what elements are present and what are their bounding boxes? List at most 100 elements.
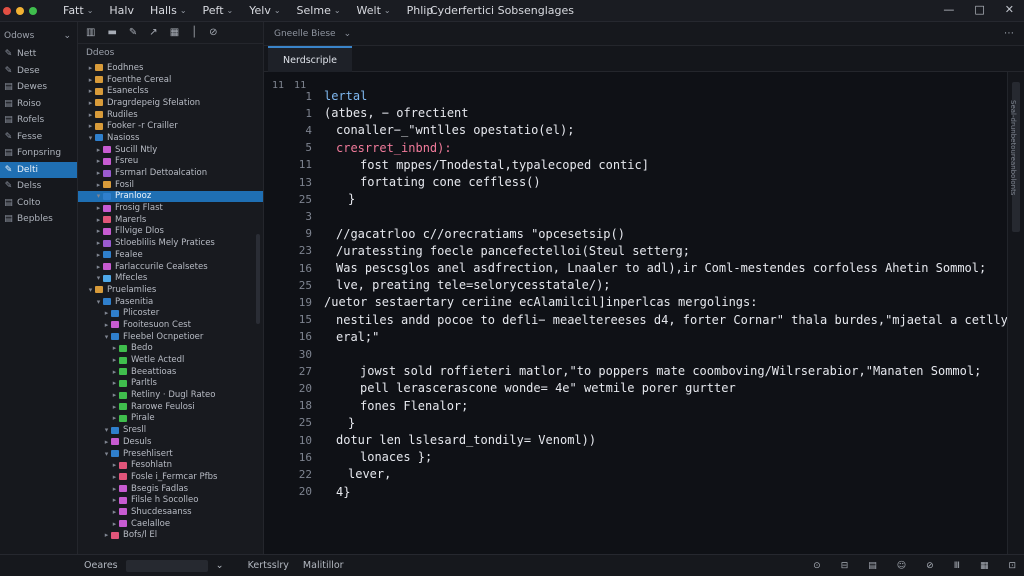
tree-item[interactable]: ▸ Desuls (78, 436, 263, 448)
tree-item[interactable]: ▸ Retliny · Dugl Rateo (78, 389, 263, 401)
chevron-right-icon[interactable]: ▸ (94, 216, 103, 224)
tree-item[interactable]: ▸ Fosil (78, 179, 263, 191)
chevron-right-icon[interactable]: ▸ (110, 344, 119, 352)
chevron-right-icon[interactable]: ▸ (86, 122, 95, 130)
chevron-down-icon[interactable]: ▾ (94, 274, 103, 282)
left-nav-item[interactable]: ▤ Roiso (0, 96, 77, 113)
edit-icon[interactable]: ✎ (129, 27, 137, 38)
restore-icon[interactable]: □ (974, 3, 984, 16)
list-icon[interactable]: ▤ (868, 561, 877, 571)
chevron-down-icon[interactable]: ▾ (94, 298, 103, 306)
tree-item[interactable]: ▸ Bsegis Fadlas (78, 483, 263, 495)
menu-item[interactable]: Selme ⌄ (297, 4, 341, 17)
chevron-right-icon[interactable]: ▸ (94, 157, 103, 165)
chevron-down-icon[interactable]: ▾ (102, 333, 111, 341)
left-nav-item[interactable]: ▤ Colto (0, 195, 77, 212)
tree-item[interactable]: ▾ Mfecles (78, 272, 263, 284)
tree-item[interactable]: ▸ Fooker -r Crailler (78, 120, 263, 132)
chevron-right-icon[interactable]: ▸ (86, 87, 95, 95)
search-tab[interactable]: Gneelle Biese ⌄ (274, 29, 351, 39)
tree-item[interactable]: ▸ Esaneclss (78, 85, 263, 97)
editor-scrollbar[interactable]: Seal-drunbetoureanbolonts (1007, 72, 1024, 554)
left-nav-item[interactable]: ✎ Delss (0, 178, 77, 195)
folder-icon[interactable]: ▬ (107, 27, 116, 38)
columns-icon[interactable]: Ⅲ (954, 561, 960, 571)
expand-icon[interactable]: ↗ (149, 27, 157, 38)
tree-item[interactable]: ▸ Foenthe Cereal (78, 74, 263, 86)
chevron-right-icon[interactable]: ▸ (110, 520, 119, 528)
chevron-down-icon[interactable]: ▾ (94, 192, 103, 200)
left-nav-item[interactable]: ✎ Fesse (0, 129, 77, 146)
chevron-right-icon[interactable]: ▸ (110, 356, 119, 364)
left-nav-item[interactable]: ▤ Rofels (0, 112, 77, 129)
tree-item[interactable]: ▸ Caelalloe (78, 518, 263, 530)
left-nav-item[interactable]: ▤ Bepbles (0, 211, 77, 228)
filter-icon[interactable]: ⊘ (209, 27, 217, 38)
tree-item[interactable]: ▾ Nasioss (78, 132, 263, 144)
tree-item[interactable]: ▸ Wetle Actedl (78, 354, 263, 366)
chevron-right-icon[interactable]: ▸ (94, 146, 103, 154)
explorer-scrollbar[interactable] (256, 234, 260, 324)
chevron-right-icon[interactable]: ▸ (86, 99, 95, 107)
chevron-right-icon[interactable]: ▸ (110, 473, 119, 481)
chevron-down-icon[interactable]: ▾ (102, 426, 111, 434)
layout-icon[interactable]: ⊡ (1008, 561, 1016, 571)
code-editor[interactable]: 1 lertal 1 (atbes, − ofrectient 4 conaller−_"… (264, 72, 1007, 554)
chevron-right-icon[interactable]: ▸ (94, 169, 103, 177)
left-nav-item[interactable]: ✎ Delti (0, 161, 77, 178)
chevron-right-icon[interactable]: ▸ (86, 64, 95, 72)
tree-item[interactable]: ▸ Bofs/l El (78, 530, 263, 542)
chevron-right-icon[interactable]: ▸ (94, 263, 103, 271)
chevron-right-icon[interactable]: ▸ (94, 251, 103, 259)
tree-item[interactable]: ▾ Sresll (78, 424, 263, 436)
tree-item[interactable]: ▾ Pruelamlies (78, 284, 263, 296)
tree-item[interactable]: ▸ Plicoster (78, 307, 263, 319)
tree-item[interactable]: ▸ Bedo (78, 343, 263, 355)
grid-icon[interactable]: ▦ (170, 27, 179, 38)
chevron-right-icon[interactable]: ▸ (86, 76, 95, 84)
chevron-right-icon[interactable]: ▸ (102, 438, 111, 446)
maximize-window-button[interactable] (29, 6, 37, 15)
menu-item[interactable]: Welt ⌄ (357, 4, 391, 17)
chevron-right-icon[interactable]: ▸ (110, 414, 119, 422)
chevron-right-icon[interactable]: ▸ (102, 531, 111, 539)
tree-item[interactable]: ▸ Rarowe Feulosi (78, 401, 263, 413)
tree-item[interactable]: ▾ Fleebel Ocnpetioer (78, 331, 263, 343)
tree-item[interactable]: ▸ Farlaccurile Cealsetes (78, 261, 263, 273)
chevron-right-icon[interactable]: ▸ (94, 227, 103, 235)
chevron-right-icon[interactable]: ▸ (110, 379, 119, 387)
tree-item[interactable]: ▸ Parltls (78, 378, 263, 390)
minimize-window-button[interactable] (16, 6, 24, 15)
tree-item[interactable]: ▸ Shucdesaanss (78, 506, 263, 518)
target-icon[interactable]: ⊙ (813, 561, 821, 571)
chevron-right-icon[interactable]: ▸ (110, 496, 119, 504)
tree-item[interactable]: ▾ Pranlooz (78, 190, 263, 203)
chevron-down-icon[interactable]: ▾ (86, 134, 95, 142)
tree-item[interactable]: ▸ Fllvige Dlos (78, 226, 263, 238)
chevron-right-icon[interactable]: ▸ (110, 485, 119, 493)
left-nav-item[interactable]: ✎ Nett (0, 46, 77, 63)
tree-item[interactable]: ▸ Sucill Ntly (78, 144, 263, 156)
tree-item[interactable]: ▸ Marerls (78, 214, 263, 226)
more-icon[interactable]: ⋯ (1004, 28, 1014, 39)
tree-item[interactable]: ▾ Presehlisert (78, 448, 263, 460)
tree-item[interactable]: ▸ Filsle h Socolleo (78, 494, 263, 506)
chevron-right-icon[interactable]: ▸ (102, 321, 111, 329)
tree-item[interactable]: ▸ Rudiles (78, 109, 263, 121)
chevron-right-icon[interactable]: ▸ (110, 403, 119, 411)
chevron-right-icon[interactable]: ▸ (94, 204, 103, 212)
menu-item[interactable]: Halv (109, 4, 134, 17)
grid-icon[interactable]: ▦ (980, 561, 989, 571)
menu-item[interactable]: Fatt ⌄ (63, 4, 93, 17)
menu-item[interactable]: Halls ⌄ (150, 4, 187, 17)
close-window-button[interactable] (3, 6, 11, 15)
chevron-right-icon[interactable]: ▸ (110, 391, 119, 399)
file-tab-active[interactable]: Nerdscriple (268, 46, 352, 72)
status-input[interactable] (125, 559, 208, 572)
tree-item[interactable]: ▸ Fesohlatn (78, 459, 263, 471)
split-icon[interactable]: ▥ (86, 27, 95, 38)
menu-item[interactable]: Peft ⌄ (203, 4, 234, 17)
tree-item[interactable]: ▸ Frosig Flast (78, 202, 263, 214)
chevron-down-icon[interactable]: ⌄ (216, 560, 224, 571)
chevron-down-icon[interactable]: ▾ (86, 286, 95, 294)
